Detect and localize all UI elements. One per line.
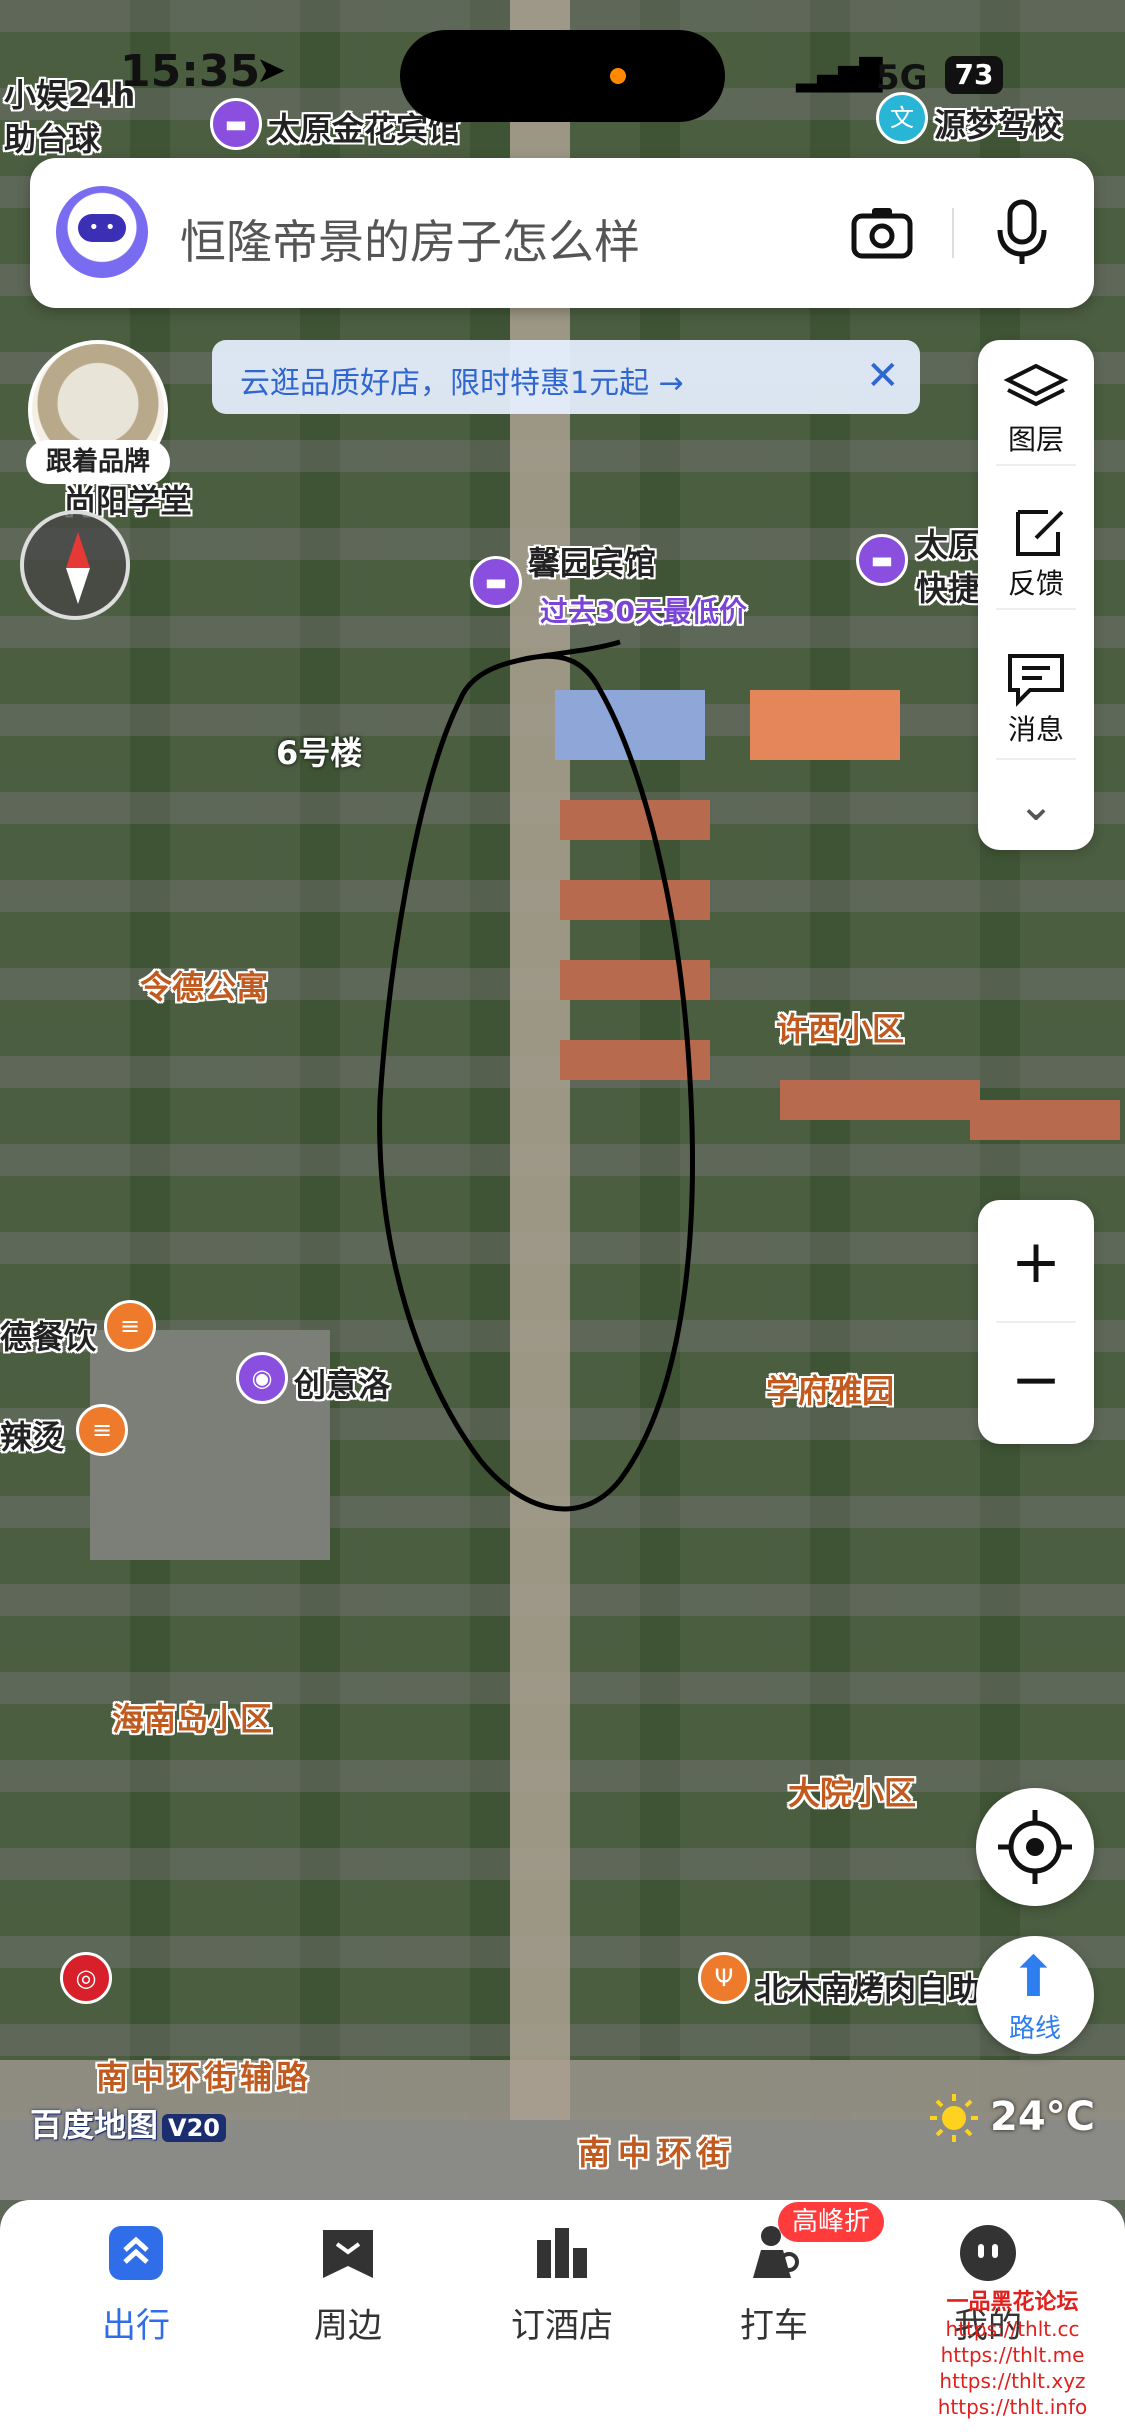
battery-indicator: 73 xyxy=(945,56,1003,94)
metro-pin-icon[interactable]: ◎ xyxy=(60,1952,112,2004)
compass-south-needle xyxy=(66,568,90,604)
message-label: 消息 xyxy=(1007,713,1064,746)
tab-label: 周边 xyxy=(314,2306,382,2346)
brand-label[interactable]: 跟着品牌 xyxy=(26,440,170,484)
status-bar: 15:35 ➤ ▂▄▆█ 5G 73 xyxy=(0,0,1125,150)
restaurant-pin-icon[interactable]: Ψ xyxy=(698,1952,750,2004)
poi-label[interactable]: 大院小区 xyxy=(788,1768,916,1814)
hotel-pin-icon[interactable]: ▬ xyxy=(470,556,522,608)
logo-text: 百度地图 xyxy=(30,2106,159,2144)
weather-temperature[interactable]: 24°C xyxy=(990,2094,1095,2140)
watermark-title: 一品黑花论坛 xyxy=(946,2290,1079,2315)
poi-label[interactable]: 辣烫 xyxy=(0,1412,64,1458)
feedback-icon xyxy=(1016,510,1064,556)
watermark-url: https://thlt.xyz xyxy=(939,2369,1086,2393)
cellular-signal-icon: ▂▄▆█ xyxy=(796,58,882,93)
feedback-button[interactable]: 反馈 xyxy=(978,504,1094,602)
road-label: 南中环街 xyxy=(578,2134,739,2172)
search-input[interactable]: 恒隆帝景的房子怎么样 xyxy=(180,206,640,272)
feedback-label: 反馈 xyxy=(1007,567,1064,600)
compass-north-needle xyxy=(66,532,90,568)
panel-divider xyxy=(996,758,1076,760)
microphone-icon[interactable] xyxy=(992,198,1052,266)
poi-label[interactable]: 海南岛小区 xyxy=(112,1694,272,1740)
baidu-map-logo: 百度地图 V20 xyxy=(30,2100,226,2146)
message-button[interactable]: 消息 xyxy=(978,650,1094,748)
sun-icon xyxy=(930,2094,978,2142)
watermark-url: https://thlt.info xyxy=(937,2395,1088,2419)
poi-label[interactable]: 学府雅园 xyxy=(766,1366,894,1412)
road-label: 南中环街辅路 xyxy=(96,2058,313,2096)
logo-version: V20 xyxy=(162,2114,226,2142)
robot-face-icon: • • xyxy=(78,214,126,242)
hotel-pin-icon[interactable]: ▬ xyxy=(856,534,908,586)
panel-divider xyxy=(996,608,1076,610)
poi-label[interactable]: 德餐饮 xyxy=(0,1312,96,1358)
poi-label[interactable]: 快捷 xyxy=(916,564,980,610)
nearby-icon xyxy=(323,2230,373,2278)
zoom-control: + − xyxy=(978,1200,1094,1444)
poi-label[interactable]: 创意洛 xyxy=(294,1360,390,1406)
watermark-url: https://thlt.me xyxy=(940,2343,1085,2367)
message-icon xyxy=(1008,654,1064,707)
restaurant-pin-icon[interactable]: ≡ xyxy=(104,1300,156,1352)
promo-text[interactable]: 云逛品质好店，限时特惠1元起 → xyxy=(240,358,684,402)
location-arrow-icon: ➤ xyxy=(256,50,287,91)
layers-label: 图层 xyxy=(1007,423,1064,456)
layers-icon xyxy=(1003,363,1069,407)
locate-button[interactable] xyxy=(976,1788,1094,1906)
zoom-out-button[interactable]: − xyxy=(978,1340,1094,1420)
close-icon[interactable]: ✕ xyxy=(866,354,900,398)
tab-travel[interactable]: 出行 xyxy=(36,2222,236,2347)
route-button[interactable]: ⬆ 路线 xyxy=(976,1936,1094,2054)
layers-button[interactable]: 图层 xyxy=(978,360,1094,458)
hotel-icon xyxy=(537,2228,587,2278)
profile-icon xyxy=(960,2225,1016,2281)
tab-label: 出行 xyxy=(102,2306,170,2346)
compass-icon[interactable] xyxy=(20,510,130,620)
panel-divider xyxy=(996,464,1076,466)
tab-label: 打车 xyxy=(740,2306,808,2346)
crosshair-icon xyxy=(998,1810,1072,1884)
zoom-divider xyxy=(996,1321,1076,1323)
forum-watermark: 一品黑花论坛 https://thlt.cc https://thlt.me h… xyxy=(905,2290,1120,2420)
camera-icon[interactable] xyxy=(850,200,914,264)
poi-label[interactable]: 馨园宾馆 xyxy=(528,538,656,584)
tab-nearby[interactable]: 周边 xyxy=(248,2222,448,2347)
zoom-in-button[interactable]: + xyxy=(978,1222,1094,1302)
poi-label[interactable]: 许西小区 xyxy=(776,1004,904,1050)
building-label: 6号楼 xyxy=(276,734,363,772)
taxi-promo-badge: 高峰折 xyxy=(778,2202,885,2242)
map-tools-panel: 图层 反馈 消息 ⌄ xyxy=(978,340,1094,850)
search-bar[interactable]: • • 恒隆帝景的房子怎么样 xyxy=(30,158,1094,308)
price-tag[interactable]: 过去30天最低价 xyxy=(540,590,747,630)
poi-label[interactable]: 太原 xyxy=(916,520,980,566)
dynamic-island xyxy=(400,30,725,122)
route-arrow-icon: ⬆ xyxy=(1010,1945,1057,2010)
tab-hotel[interactable]: 订酒店 xyxy=(462,2222,662,2347)
recording-dot-icon xyxy=(610,68,626,84)
search-divider xyxy=(952,208,954,258)
chevron-down-icon[interactable]: ⌄ xyxy=(978,780,1094,831)
assistant-avatar-icon[interactable]: • • xyxy=(56,186,148,278)
tab-label: 订酒店 xyxy=(511,2306,613,2346)
watermark-url: https://thlt.cc xyxy=(945,2317,1080,2341)
poi-label[interactable]: 令德公寓 xyxy=(140,962,268,1008)
game-pin-icon[interactable]: ◉ xyxy=(236,1352,288,1404)
poi-label[interactable]: 北木南烤肉自助 xyxy=(756,1964,980,2010)
status-time: 15:35 xyxy=(120,46,261,97)
restaurant-pin-icon[interactable]: ≡ xyxy=(76,1404,128,1456)
route-label: 路线 xyxy=(1008,2014,1061,2044)
promo-banner[interactable]: 云逛品质好店，限时特惠1元起 → ✕ xyxy=(212,340,920,414)
network-type: 5G xyxy=(876,58,928,98)
travel-icon xyxy=(109,2226,163,2280)
